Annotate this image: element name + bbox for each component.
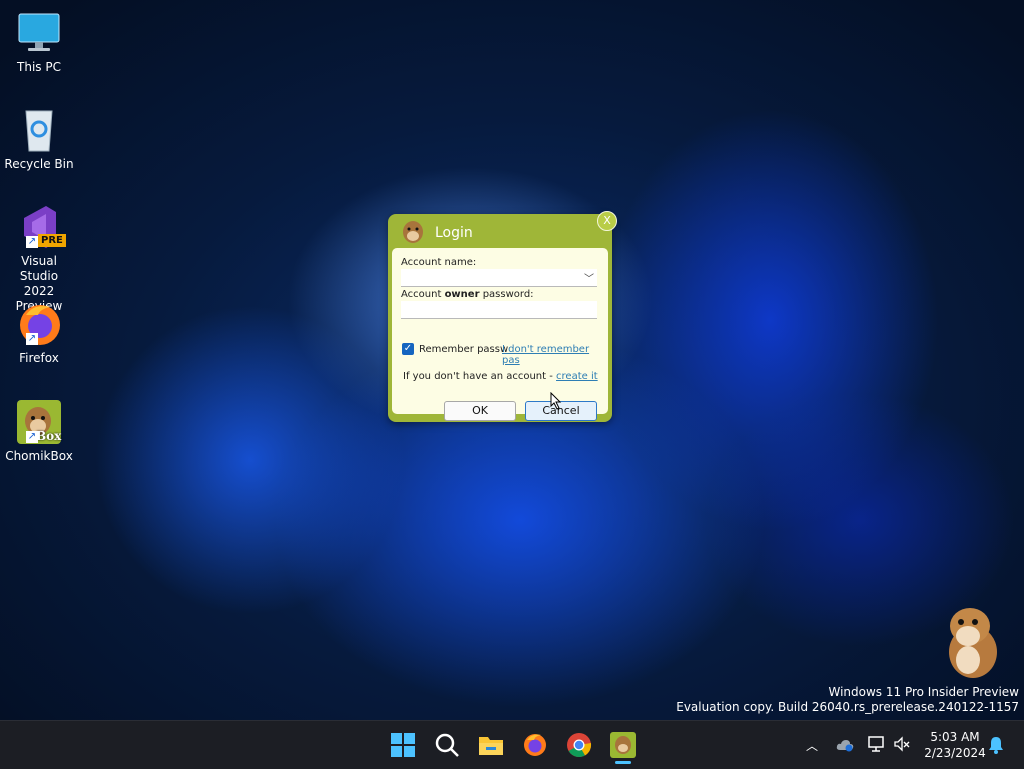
ok-button[interactable]: OK (444, 401, 516, 421)
search-icon[interactable] (434, 732, 460, 758)
desktop-background: This PC Recycle Bin PRE ↗ Visual Studio … (0, 0, 1024, 720)
firefox-icon: ↗ (16, 301, 62, 347)
desktop-icon-label: Firefox (19, 351, 59, 365)
chevron-up-icon[interactable]: ︿ (806, 737, 818, 754)
login-dialog: Login X Account name: ﹀ Account owner pa… (388, 211, 617, 422)
account-name-dropdown[interactable]: ﹀ (401, 269, 597, 287)
owner-password-label-suffix: password: (479, 289, 534, 300)
windows-evaluation-watermark: Windows 11 Pro Insider Preview Evaluatio… (676, 685, 1019, 715)
chomikbox-icon: Box ↗ (16, 399, 62, 445)
owner-password-field[interactable] (401, 301, 597, 319)
chomikbox-dialog-icon (400, 218, 426, 246)
create-account-link[interactable]: create it (556, 371, 598, 382)
visual-studio-icon: PRE ↗ (16, 204, 66, 250)
remember-password-label: Remember passw (419, 344, 509, 355)
desktop-icon-recycle-bin[interactable]: Recycle Bin (4, 107, 74, 172)
watermark-line-1: Windows 11 Pro Insider Preview (828, 685, 1019, 699)
owner-password-label-bold: owner (444, 289, 480, 300)
firefox-icon[interactable] (522, 732, 548, 758)
login-form: Account name: ﹀ Account owner password: … (392, 248, 608, 421)
network-icon[interactable] (867, 735, 885, 757)
desktop-icon-label: ChomikBox (5, 449, 73, 463)
taskbar: ︿ 5:03 AM 2/23/2024 (0, 720, 1024, 769)
shortcut-arrow-icon: ↗ (26, 236, 38, 248)
remember-password-checkbox[interactable]: ✓ (402, 343, 414, 355)
no-account-text: If you don't have an account - create it (403, 371, 598, 382)
chrome-icon[interactable] (566, 732, 592, 758)
notification-bell-icon[interactable] (988, 736, 1004, 758)
desktop-icon-this-pc[interactable]: This PC (4, 10, 74, 75)
clock[interactable]: 5:03 AM 2/23/2024 (920, 729, 990, 761)
shortcut-arrow-icon: ↗ (26, 431, 38, 443)
owner-password-label-prefix: Account (401, 289, 445, 300)
desktop-icon-firefox[interactable]: ↗ Firefox (4, 301, 74, 366)
close-button[interactable]: X (597, 211, 617, 231)
forgot-password-link[interactable]: I don't remember pas (502, 344, 608, 366)
box-badge: Box (36, 429, 62, 443)
desktop-icon-label: Recycle Bin (4, 157, 74, 171)
shortcut-arrow-icon: ↗ (26, 333, 38, 345)
clock-time: 5:03 AM (930, 730, 980, 744)
file-explorer-icon[interactable] (478, 732, 504, 758)
recycle-bin-icon (16, 107, 62, 153)
chevron-down-icon[interactable]: ﹀ (584, 270, 594, 285)
chomik-mascot[interactable] (938, 600, 1008, 680)
chomikbox-icon[interactable] (610, 732, 636, 758)
owner-password-label: Account owner password: (401, 289, 534, 300)
active-app-indicator (615, 761, 631, 764)
desktop-icon-chomikbox[interactable]: Box ↗ ChomikBox (4, 399, 74, 464)
desktop-icon-visual-studio[interactable]: PRE ↗ Visual Studio 2022 Preview (4, 204, 74, 314)
mouse-cursor-icon (550, 391, 562, 414)
desktop-icon-label: This PC (17, 60, 61, 74)
clock-date: 2/23/2024 (924, 746, 986, 760)
monitor-icon (16, 10, 62, 56)
account-name-label: Account name: (401, 257, 477, 268)
onedrive-icon[interactable] (836, 737, 854, 756)
no-account-prefix: If you don't have an account - (403, 371, 557, 382)
dialog-title: Login (435, 225, 473, 241)
start-icon[interactable] (390, 732, 416, 758)
preview-badge: PRE (38, 234, 66, 247)
watermark-line-2: Evaluation copy. Build 26040.rs_prerelea… (676, 700, 1019, 714)
volume-muted-icon[interactable] (893, 735, 911, 757)
